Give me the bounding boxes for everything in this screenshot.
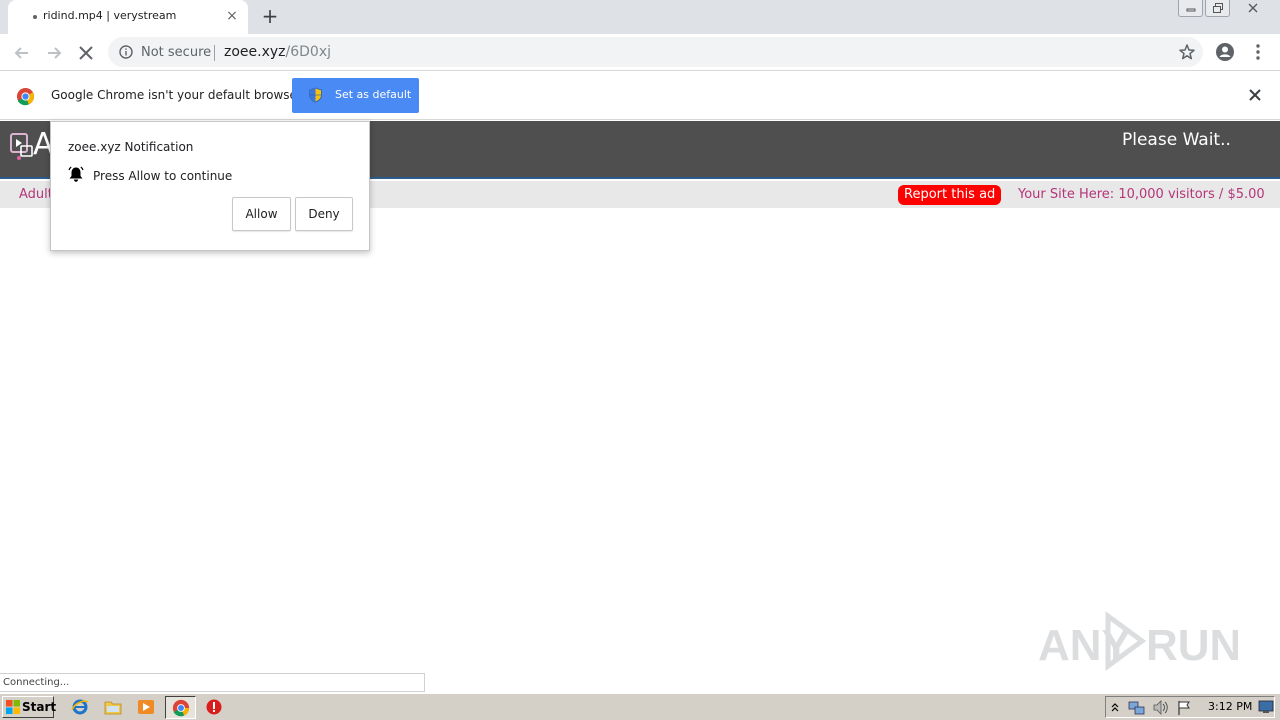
show-desktop-icon[interactable] <box>1258 700 1274 714</box>
system-tray: 3:12 PM <box>1105 696 1275 718</box>
notification-message: Press Allow to continue <box>93 169 233 183</box>
svg-text:ANY: ANY <box>1038 621 1131 670</box>
url-host: zoee.xyz <box>224 44 286 60</box>
windows-taskbar: Start 3:12 PM <box>0 693 1280 720</box>
address-bar[interactable]: Not secure zoee.xyz/6D0xj <box>108 37 1203 67</box>
set-as-default-button[interactable]: Set as default <box>292 78 419 113</box>
menu-icon[interactable] <box>1250 42 1266 62</box>
category-link[interactable]: Adult <box>19 187 53 202</box>
tab-title: ridind.mp4 | verystream <box>43 9 177 22</box>
address-separator <box>214 45 215 61</box>
notification-permission-prompt: zoee.xyz Notification Press Allow to con… <box>50 121 370 251</box>
please-wait-text: Please Wait.. <box>1122 130 1231 150</box>
anyrun-watermark-logo: ANY RUN <box>1038 611 1238 671</box>
star-icon[interactable] <box>1178 43 1196 61</box>
window-controls <box>1178 0 1274 18</box>
notification-title: zoee.xyz Notification <box>68 140 194 154</box>
window-close-button[interactable] <box>1232 0 1274 17</box>
windows-flag-icon <box>6 700 20 714</box>
chrome-icon <box>172 699 190 717</box>
restore-button[interactable] <box>1205 0 1230 17</box>
bell-icon <box>68 166 84 182</box>
status-bubble: Connecting... <box>0 673 425 692</box>
browser-toolbar: Not secure zoee.xyz/6D0xj <box>0 34 1280 71</box>
close-icon[interactable] <box>1248 88 1262 102</box>
browser-tab[interactable]: ridind.mp4 | verystream × <box>8 0 248 34</box>
network-icon[interactable] <box>1128 699 1146 716</box>
tab-strip: ridind.mp4 | verystream × + <box>0 0 1280 34</box>
profile-icon[interactable] <box>1215 42 1235 62</box>
minimize-button[interactable] <box>1178 0 1203 17</box>
allow-button[interactable]: Allow <box>232 197 291 231</box>
chrome-logo-icon <box>16 87 35 106</box>
tray-expand-icon[interactable] <box>1110 700 1120 714</box>
back-arrow-icon[interactable] <box>12 43 32 63</box>
action-center-flag-icon[interactable] <box>1176 699 1192 716</box>
chrome-taskbar-item[interactable] <box>165 696 196 719</box>
taskbar-clock[interactable]: 3:12 PM <box>1208 700 1252 713</box>
media-player-icon[interactable] <box>137 698 155 716</box>
set-as-default-label: Set as default <box>335 88 412 101</box>
folder-icon[interactable] <box>104 698 122 716</box>
shield-icon <box>309 87 322 103</box>
start-button[interactable]: Start <box>2 696 57 718</box>
stop-loading-icon[interactable] <box>76 43 96 63</box>
security-label: Not secure <box>141 45 212 60</box>
internet-explorer-icon[interactable] <box>71 698 89 716</box>
loading-dot-icon <box>33 15 37 19</box>
svg-text:RUN: RUN <box>1146 621 1238 670</box>
start-label: Start <box>22 700 57 714</box>
report-ad-button[interactable]: Report this ad <box>898 185 1002 205</box>
deny-button[interactable]: Deny <box>295 197 353 231</box>
new-tab-button[interactable]: + <box>260 6 280 26</box>
default-browser-infobar: Google Chrome isn't your default browser… <box>0 72 1280 120</box>
tab-close-icon[interactable]: × <box>224 8 240 24</box>
info-icon[interactable] <box>119 45 133 59</box>
advertise-link[interactable]: Your Site Here: 10,000 visitors / $5.00 <box>1018 187 1265 202</box>
url-text[interactable]: zoee.xyz/6D0xj <box>224 44 331 60</box>
url-path: /6D0xj <box>285 44 332 60</box>
infobar-message: Google Chrome isn't your default browser <box>51 88 302 102</box>
volume-icon[interactable] <box>1152 699 1170 716</box>
stop-sign-icon[interactable] <box>205 698 223 716</box>
forward-arrow-icon[interactable] <box>44 43 64 63</box>
